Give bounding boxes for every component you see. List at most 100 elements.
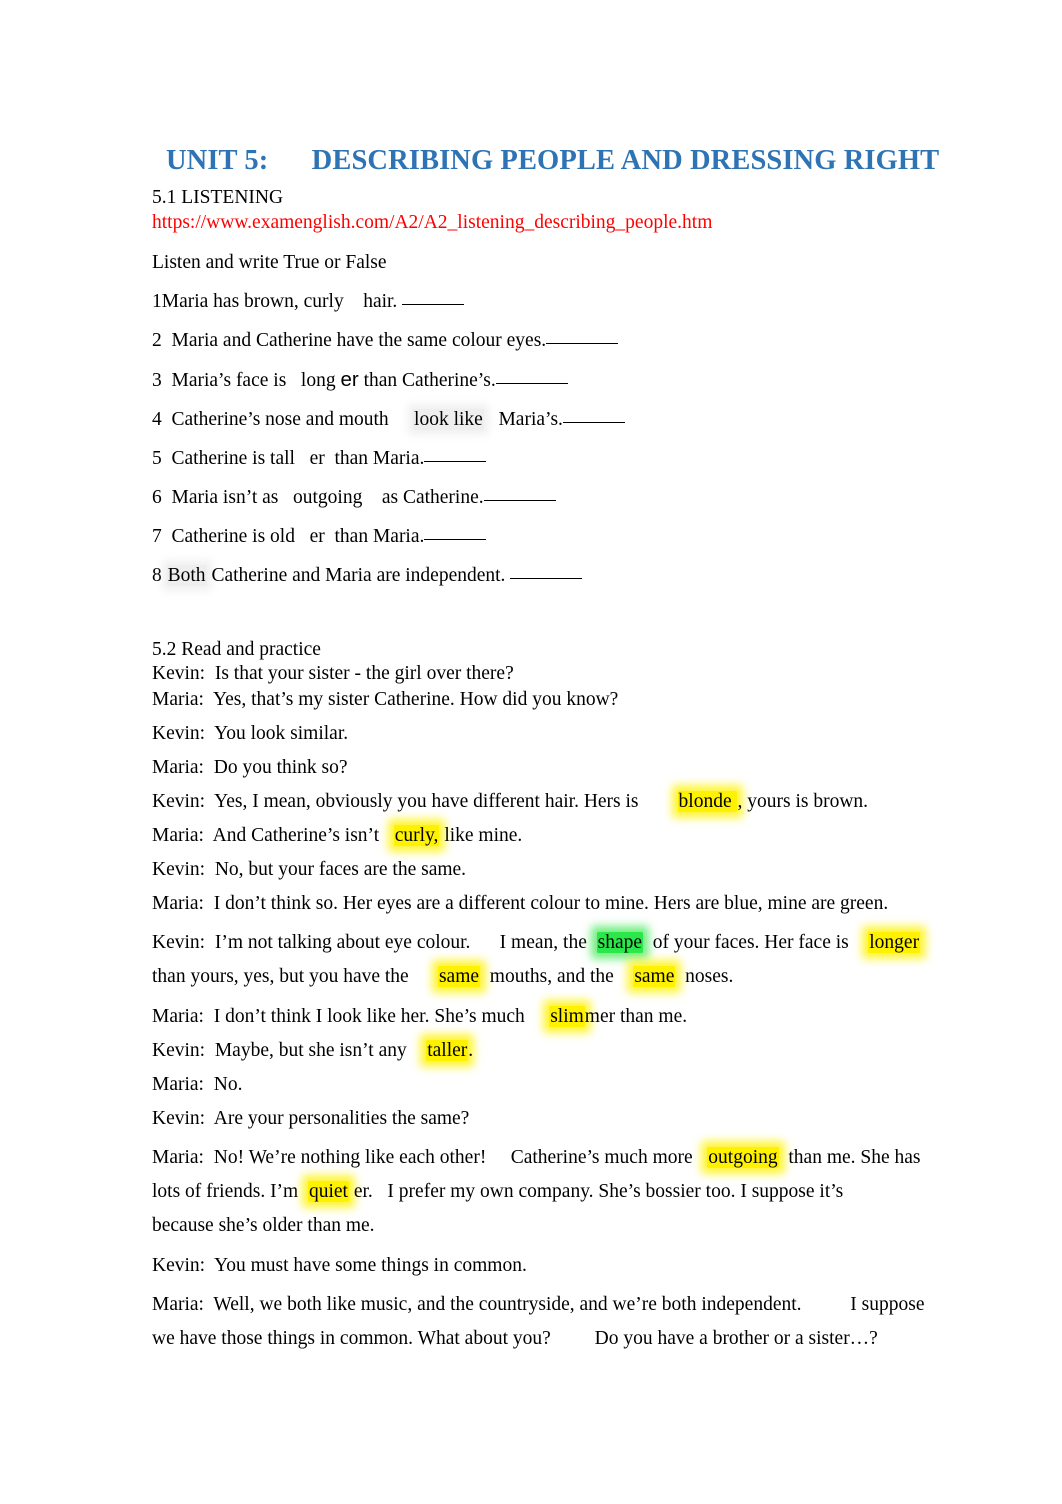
dialogue-line: Maria: I don’t think I look like her. Sh…: [152, 1005, 1012, 1028]
dialogue-speaker: Kevin:: [152, 723, 206, 744]
answer-blank[interactable]: [402, 304, 465, 305]
page-title: UNIT 5: DESCRIBING PEOPLE AND DRESSING R…: [166, 145, 940, 177]
dialogue-speaker: Kevin:: [152, 791, 206, 812]
faded-highlight: look like: [413, 409, 484, 430]
question-number: 6: [152, 487, 162, 508]
question-text: Maria’s.: [483, 409, 563, 430]
highlight-same: same: [437, 966, 481, 987]
question-text: [162, 409, 172, 430]
question-item: 3 Maria’s face is long er than Catherine…: [152, 368, 1012, 392]
question-text: Maria and Catherine have the same colour…: [171, 330, 547, 351]
dialogue-speaker: Maria:: [152, 825, 204, 846]
dialogue-speaker: Kevin:: [152, 1040, 206, 1061]
question-item: 2 Maria and Catherine have the same colo…: [152, 329, 1012, 352]
question-item: 4 Catherine’s nose and mouth look like M…: [152, 408, 1012, 431]
dialogue-text: mouths, and the: [480, 966, 634, 987]
dialogue-text: Well, we both like music, and the countr…: [152, 1294, 925, 1349]
dialogue-speaker: Kevin:: [152, 932, 206, 953]
highlight-curly: curly,: [393, 825, 440, 846]
answer-blank[interactable]: [495, 383, 568, 384]
dialogue-line: Kevin: Are your personalities the same?: [152, 1107, 1012, 1130]
dialogue-line: Maria: No.: [152, 1073, 1012, 1096]
dialogue-segments: I’m not talking about eye colour. I mean…: [152, 932, 921, 987]
dialogue-segments: No! We’re nothing like each other! Cathe…: [152, 1147, 921, 1236]
dialogue-text: Yes, I mean, obviously you have differen…: [205, 791, 678, 812]
question-text: [162, 526, 172, 547]
answer-blank[interactable]: [424, 461, 487, 462]
highlight-taller: taller: [426, 1040, 469, 1061]
highlight-slim: slim: [549, 1006, 585, 1027]
dialogue-text: mer than me.: [584, 1006, 688, 1027]
highlight-blonde: blonde: [677, 791, 738, 812]
question-text: Catherine is old er than Maria.: [171, 526, 425, 547]
question-text: Maria has brown, curly hair.: [161, 291, 403, 312]
dialogue-text: Maybe, but she isn’t any: [205, 1040, 427, 1061]
dialogue-text: You must have some things in common.: [205, 1255, 527, 1276]
dialogue-line: Maria: Well, we both like music, and the…: [152, 1288, 1012, 1356]
dialogue-text: Do you think so?: [203, 757, 348, 778]
highlight-same: same: [633, 966, 676, 987]
dialogue-speaker: Maria:: [152, 1147, 204, 1168]
question-number: 1: [152, 291, 162, 312]
document-page: UNIT 5: DESCRIBING PEOPLE AND DRESSING R…: [0, 0, 1062, 1504]
dialogue-speaker: Maria:: [152, 689, 204, 710]
answer-blank[interactable]: [562, 422, 625, 423]
dialogue-text: , yours is brown.: [737, 791, 869, 812]
dialogue-text: than yours, yes, but you have the: [152, 966, 409, 987]
faded-highlight: Both: [166, 565, 207, 586]
listening-source-url[interactable]: https://www.examenglish.com/A2/A2_listen…: [152, 210, 1012, 235]
answer-blank[interactable]: [510, 578, 583, 579]
dialogue-text: of your faces. Her face is: [643, 932, 869, 953]
question-item: 1Maria has brown, curly hair.: [152, 290, 1012, 313]
highlight-outgoing: outgoing: [707, 1147, 779, 1168]
dialogue-line: Kevin: You must have some things in comm…: [152, 1254, 1012, 1277]
dialogue-line: Kevin: Maybe, but she isn’t any taller.: [152, 1039, 1012, 1062]
dialogue-text: No.: [203, 1074, 243, 1095]
question-text: Catherine’s nose and mouth: [171, 409, 414, 430]
dialogue-speaker: Kevin:: [152, 859, 206, 880]
suffix-er: er: [340, 368, 359, 391]
section-5-2-heading: 5.2 Read and practice: [152, 639, 321, 660]
question-text: [162, 448, 172, 469]
highlight-quiet: quiet: [307, 1181, 349, 1202]
listening-instruction: Listen and write True or False: [152, 252, 387, 273]
question-text: Maria isn’t as outgoing as Catherine.: [171, 487, 484, 508]
dialogue-text: You look similar.: [205, 723, 349, 744]
question-text: Maria’s face is long: [171, 370, 341, 391]
question-number: 8: [152, 565, 162, 586]
dialogue-text: Is that your sister - the girl over ther…: [205, 663, 514, 684]
highlight-shape: shape: [596, 932, 644, 953]
dialogue-text: I’m not talking about eye colour. I mean…: [205, 932, 597, 953]
dialogue-text: No! We’re nothing like each other! Cathe…: [203, 1147, 708, 1168]
question-item: 5 Catherine is tall er than Maria.: [152, 447, 1012, 470]
dialogue-line: Kevin: I’m not talking about eye colour.…: [152, 926, 1012, 994]
section-5-1-heading: 5.1 LISTENING: [152, 187, 284, 208]
dialogue-line: Kevin: No, but your faces are the same.: [152, 858, 1012, 881]
question-text: [162, 370, 172, 391]
dialogue-speaker: Maria:: [152, 757, 204, 778]
dialogue-line: Kevin: You look similar.: [152, 722, 1012, 745]
answer-blank[interactable]: [483, 500, 556, 501]
answer-blank[interactable]: [424, 539, 487, 540]
dialogue-speaker: Maria:: [152, 893, 204, 914]
dialogue-line: Maria: No! We’re nothing like each other…: [152, 1141, 1012, 1243]
question-text: [162, 565, 167, 586]
dialogue-line: Maria: Do you think so?: [152, 756, 1012, 779]
dialogue-line: Kevin: Is that your sister - the girl ov…: [152, 662, 1012, 685]
question-text: than Catherine’s.: [358, 370, 496, 391]
answer-blank[interactable]: [546, 343, 619, 344]
dialogue-text: Are your personalities the same?: [205, 1108, 470, 1129]
question-item: 8 Both Catherine and Maria are independe…: [152, 564, 1012, 587]
dialogue-speaker: Maria:: [152, 1074, 204, 1095]
question-number: 4: [152, 409, 162, 430]
dialogue-speaker: Kevin:: [152, 1255, 206, 1276]
dialogue-text: I don’t think I look like her. She’s muc…: [203, 1006, 550, 1027]
dialogue-text: No, but your faces are the same.: [205, 859, 467, 880]
question-number: 5: [152, 448, 162, 469]
dialogue-speaker: Maria:: [152, 1294, 204, 1315]
question-number: 3: [152, 370, 162, 391]
dialogue-text: And Catherine’s isn’t: [203, 825, 394, 846]
